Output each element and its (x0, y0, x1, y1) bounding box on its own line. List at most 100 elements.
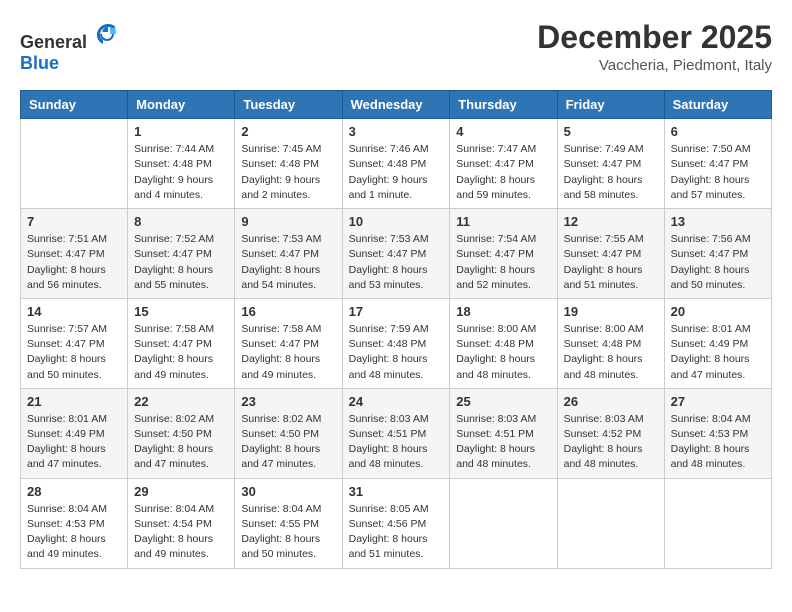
day-number: 1 (134, 124, 228, 139)
day-number: 2 (241, 124, 335, 139)
day-cell: 28Sunrise: 8:04 AM Sunset: 4:53 PM Dayli… (21, 478, 128, 568)
day-info: Sunrise: 8:02 AM Sunset: 4:50 PM Dayligh… (241, 412, 335, 473)
day-cell: 2 Sunrise: 7:45 AM Sunset: 4:48 PM Daylig… (235, 119, 342, 209)
logo-icon (94, 20, 122, 48)
day-number: 20 (671, 304, 765, 319)
day-cell: 12Sunrise: 7:55 AM Sunset: 4:47 PM Dayli… (557, 209, 664, 299)
day-info: Sunrise: 7:53 AM Sunset: 4:47 PM Dayligh… (349, 232, 444, 293)
day-cell: 13 Sunrise: 7:56 AM Sunset: 4:47 PM Dayli… (664, 209, 771, 299)
day-cell: 20Sunrise: 8:01 AM Sunset: 4:49 PM Dayli… (664, 298, 771, 388)
day-info: Sunrise: 8:04 AM Sunset: 4:55 PM Dayligh… (241, 502, 335, 563)
day-info: Sunrise: 7:45 AM Sunset: 4:48 PM Dayligh… (241, 142, 335, 203)
day-number: 15 (134, 304, 228, 319)
day-number: 8 (134, 214, 228, 229)
logo-general: General (20, 32, 87, 52)
day-cell (21, 119, 128, 209)
day-cell: 29Sunrise: 8:04 AM Sunset: 4:54 PM Dayli… (128, 478, 235, 568)
day-number: 3 (349, 124, 444, 139)
day-number: 22 (134, 394, 228, 409)
day-info: Sunrise: 7:53 AM Sunset: 4:47 PM Dayligh… (241, 232, 335, 293)
logo-text: General Blue (20, 20, 122, 74)
day-info: Sunrise: 8:03 AM Sunset: 4:51 PM Dayligh… (349, 412, 444, 473)
day-number: 30 (241, 484, 335, 499)
day-info: Sunrise: 7:46 AM Sunset: 4:48 PM Dayligh… (349, 142, 444, 203)
header-sunday: Sunday (21, 91, 128, 119)
day-info: Sunrise: 8:01 AM Sunset: 4:49 PM Dayligh… (27, 412, 121, 473)
week-row-4: 21 Sunrise: 8:01 AM Sunset: 4:49 PM Dayli… (21, 388, 772, 478)
day-cell: 25Sunrise: 8:03 AM Sunset: 4:51 PM Dayli… (450, 388, 557, 478)
day-info: Sunrise: 8:03 AM Sunset: 4:52 PM Dayligh… (564, 412, 658, 473)
day-cell (664, 478, 771, 568)
day-cell: 15 Sunrise: 7:58 AM Sunset: 4:47 PM Dayli… (128, 298, 235, 388)
day-info: Sunrise: 7:44 AM Sunset: 4:48 PM Dayligh… (134, 142, 228, 203)
day-info: Sunrise: 7:52 AM Sunset: 4:47 PM Dayligh… (134, 232, 228, 293)
day-cell: 27Sunrise: 8:04 AM Sunset: 4:53 PM Dayli… (664, 388, 771, 478)
header-row: SundayMondayTuesdayWednesdayThursdayFrid… (21, 91, 772, 119)
day-cell: 11 Sunrise: 7:54 AM Sunset: 4:47 PM Dayli… (450, 209, 557, 299)
day-cell: 22 Sunrise: 8:02 AM Sunset: 4:50 PM Dayli… (128, 388, 235, 478)
day-number: 19 (564, 304, 658, 319)
day-number: 10 (349, 214, 444, 229)
calendar-table: SundayMondayTuesdayWednesdayThursdayFrid… (20, 90, 772, 568)
week-row-1: 1 Sunrise: 7:44 AM Sunset: 4:48 PM Daylig… (21, 119, 772, 209)
header-friday: Friday (557, 91, 664, 119)
day-info: Sunrise: 7:54 AM Sunset: 4:47 PM Dayligh… (456, 232, 550, 293)
day-number: 27 (671, 394, 765, 409)
day-number: 6 (671, 124, 765, 139)
day-number: 31 (349, 484, 444, 499)
day-cell: 23 Sunrise: 8:02 AM Sunset: 4:50 PM Dayli… (235, 388, 342, 478)
day-number: 11 (456, 214, 550, 229)
month-title: December 2025 (537, 20, 772, 55)
day-number: 29 (134, 484, 228, 499)
logo: General Blue (20, 20, 122, 74)
day-cell: 6Sunrise: 7:50 AM Sunset: 4:47 PM Daylig… (664, 119, 771, 209)
day-number: 17 (349, 304, 444, 319)
day-cell: 1 Sunrise: 7:44 AM Sunset: 4:48 PM Daylig… (128, 119, 235, 209)
day-cell: 16 Sunrise: 7:58 AM Sunset: 4:47 PM Dayli… (235, 298, 342, 388)
day-cell: 31 Sunrise: 8:05 AM Sunset: 4:56 PM Dayli… (342, 478, 450, 568)
day-number: 14 (27, 304, 121, 319)
day-number: 24 (349, 394, 444, 409)
day-info: Sunrise: 7:56 AM Sunset: 4:47 PM Dayligh… (671, 232, 765, 293)
day-info: Sunrise: 8:00 AM Sunset: 4:48 PM Dayligh… (456, 322, 550, 383)
day-info: Sunrise: 8:05 AM Sunset: 4:56 PM Dayligh… (349, 502, 444, 563)
logo-blue: Blue (20, 53, 59, 73)
page-header: General Blue December 2025 Vaccheria, Pi… (20, 20, 772, 74)
week-row-3: 14 Sunrise: 7:57 AM Sunset: 4:47 PM Dayli… (21, 298, 772, 388)
header-monday: Monday (128, 91, 235, 119)
day-number: 23 (241, 394, 335, 409)
day-cell: 26 Sunrise: 8:03 AM Sunset: 4:52 PM Dayli… (557, 388, 664, 478)
week-row-2: 7Sunrise: 7:51 AM Sunset: 4:47 PM Daylig… (21, 209, 772, 299)
day-info: Sunrise: 7:57 AM Sunset: 4:47 PM Dayligh… (27, 322, 121, 383)
day-number: 26 (564, 394, 658, 409)
week-row-5: 28Sunrise: 8:04 AM Sunset: 4:53 PM Dayli… (21, 478, 772, 568)
day-cell: 9 Sunrise: 7:53 AM Sunset: 4:47 PM Daylig… (235, 209, 342, 299)
day-cell: 17 Sunrise: 7:59 AM Sunset: 4:48 PM Dayli… (342, 298, 450, 388)
day-number: 13 (671, 214, 765, 229)
day-info: Sunrise: 7:58 AM Sunset: 4:47 PM Dayligh… (134, 322, 228, 383)
header-tuesday: Tuesday (235, 91, 342, 119)
day-number: 4 (456, 124, 550, 139)
day-number: 21 (27, 394, 121, 409)
day-info: Sunrise: 8:00 AM Sunset: 4:48 PM Dayligh… (564, 322, 658, 383)
day-info: Sunrise: 8:02 AM Sunset: 4:50 PM Dayligh… (134, 412, 228, 473)
day-number: 25 (456, 394, 550, 409)
day-cell: 4Sunrise: 7:47 AM Sunset: 4:47 PM Daylig… (450, 119, 557, 209)
day-cell: 5Sunrise: 7:49 AM Sunset: 4:47 PM Daylig… (557, 119, 664, 209)
day-number: 9 (241, 214, 335, 229)
day-cell: 3 Sunrise: 7:46 AM Sunset: 4:48 PM Daylig… (342, 119, 450, 209)
day-info: Sunrise: 8:04 AM Sunset: 4:53 PM Dayligh… (27, 502, 121, 563)
day-info: Sunrise: 7:55 AM Sunset: 4:47 PM Dayligh… (564, 232, 658, 293)
header-thursday: Thursday (450, 91, 557, 119)
day-cell: 24 Sunrise: 8:03 AM Sunset: 4:51 PM Dayli… (342, 388, 450, 478)
day-info: Sunrise: 7:49 AM Sunset: 4:47 PM Dayligh… (564, 142, 658, 203)
day-cell: 19 Sunrise: 8:00 AM Sunset: 4:48 PM Dayli… (557, 298, 664, 388)
day-info: Sunrise: 7:59 AM Sunset: 4:48 PM Dayligh… (349, 322, 444, 383)
day-info: Sunrise: 7:58 AM Sunset: 4:47 PM Dayligh… (241, 322, 335, 383)
day-cell: 18Sunrise: 8:00 AM Sunset: 4:48 PM Dayli… (450, 298, 557, 388)
title-block: December 2025 Vaccheria, Piedmont, Italy (537, 20, 772, 74)
day-number: 16 (241, 304, 335, 319)
header-saturday: Saturday (664, 91, 771, 119)
day-cell: 30 Sunrise: 8:04 AM Sunset: 4:55 PM Dayli… (235, 478, 342, 568)
day-cell: 21 Sunrise: 8:01 AM Sunset: 4:49 PM Dayli… (21, 388, 128, 478)
